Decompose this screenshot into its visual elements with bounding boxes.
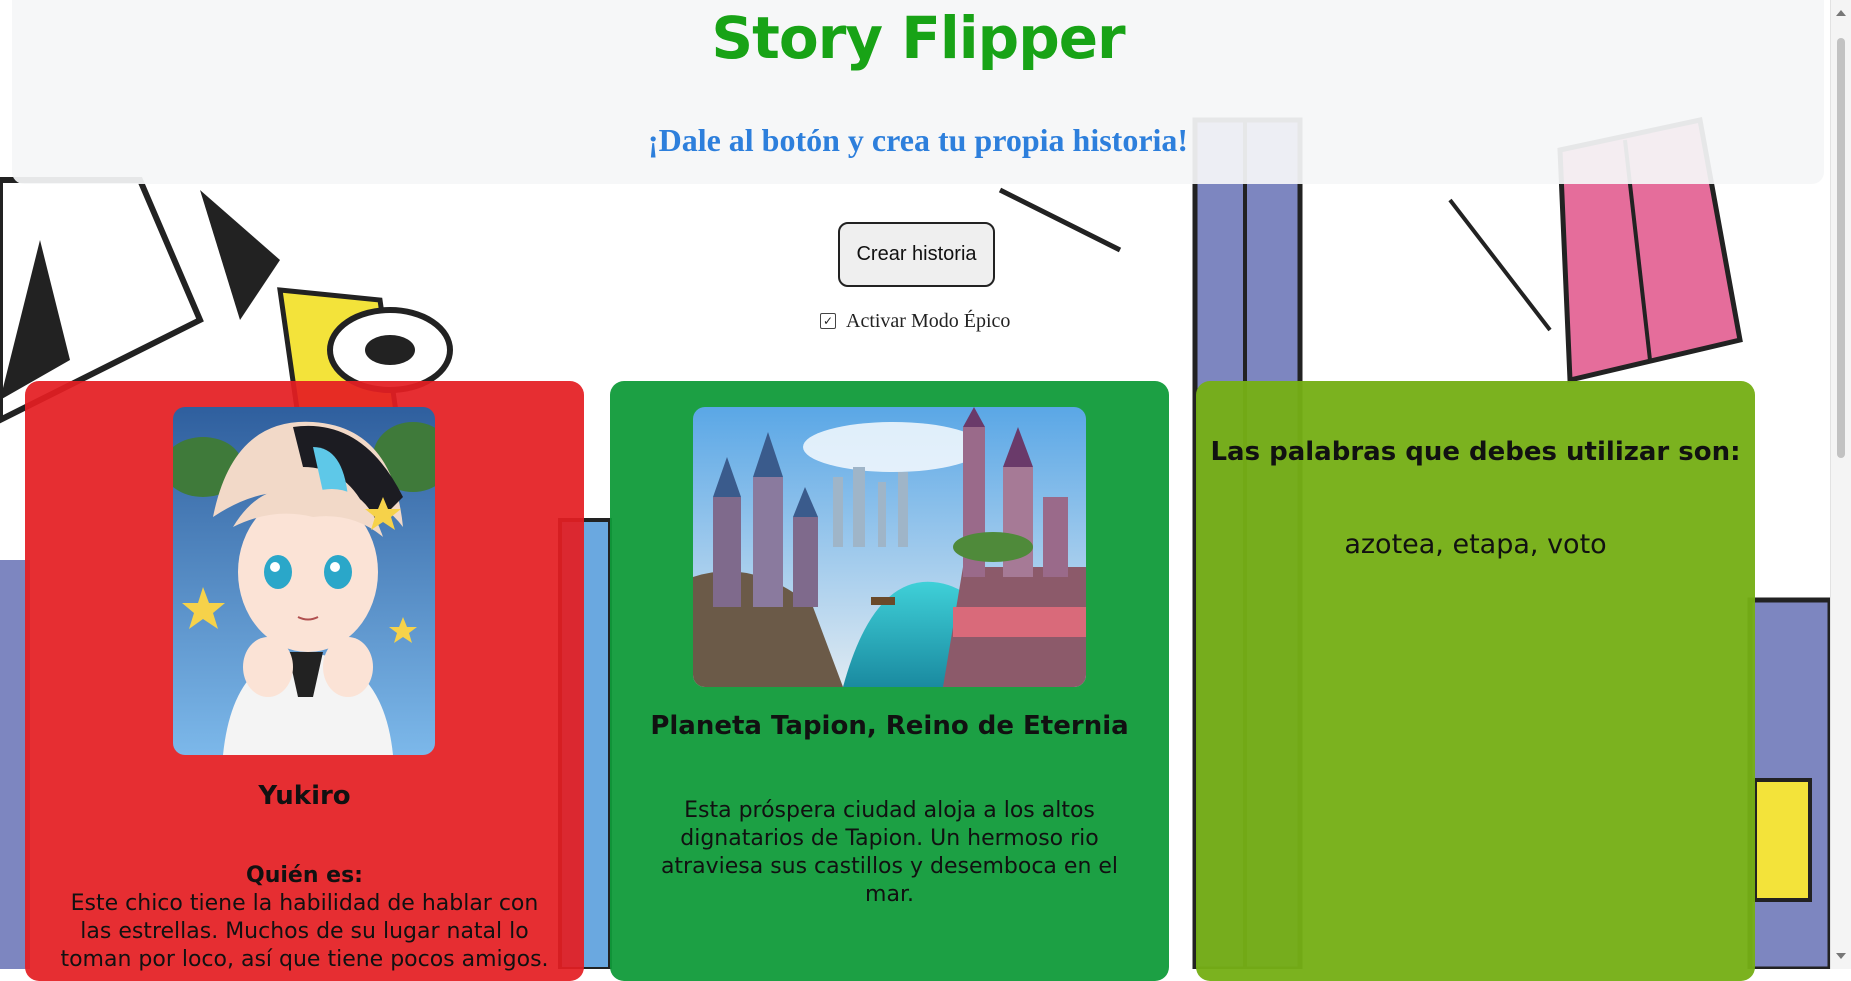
epic-mode-checkbox[interactable]: ✓ bbox=[820, 313, 836, 329]
words-card: Las palabras que debes utilizar son: azo… bbox=[1196, 381, 1755, 981]
scroll-down-icon[interactable] bbox=[1836, 953, 1846, 959]
character-who-label: Quién es: bbox=[246, 863, 363, 888]
create-story-button[interactable]: Crear historia bbox=[838, 222, 995, 287]
scroll-up-icon[interactable] bbox=[1836, 10, 1846, 16]
page-scrollbar[interactable] bbox=[1830, 0, 1851, 969]
character-name: Yukiro bbox=[258, 781, 351, 811]
page-title: Story Flipper bbox=[711, 4, 1125, 72]
place-description: Esta próspera ciudad aloja a los altos d… bbox=[660, 798, 1119, 907]
words-list: azotea, etapa, voto bbox=[1344, 529, 1607, 560]
place-card: Planeta Tapion, Reino de Eternia Esta pr… bbox=[610, 381, 1169, 981]
place-name: Planeta Tapion, Reino de Eternia bbox=[650, 711, 1129, 741]
words-heading: Las palabras que debes utilizar son: bbox=[1210, 437, 1741, 467]
page-subtitle: ¡Dale al botón y crea tu propia historia… bbox=[647, 122, 1189, 158]
character-card: Yukiro Quién es: Este chico tiene la hab… bbox=[25, 381, 584, 981]
character-portrait bbox=[173, 407, 435, 755]
character-description: Quién es: Este chico tiene la habilidad … bbox=[55, 862, 554, 974]
page-header: Story Flipper ¡Dale al botón y crea tu p… bbox=[12, 0, 1824, 184]
place-image bbox=[693, 407, 1086, 687]
character-description-text: Este chico tiene la habilidad de hablar … bbox=[60, 891, 549, 972]
scroll-thumb[interactable] bbox=[1837, 38, 1845, 458]
epic-mode-toggle[interactable]: ✓ Activar Modo Épico bbox=[810, 301, 1021, 341]
epic-mode-label: Activar Modo Épico bbox=[846, 309, 1011, 332]
